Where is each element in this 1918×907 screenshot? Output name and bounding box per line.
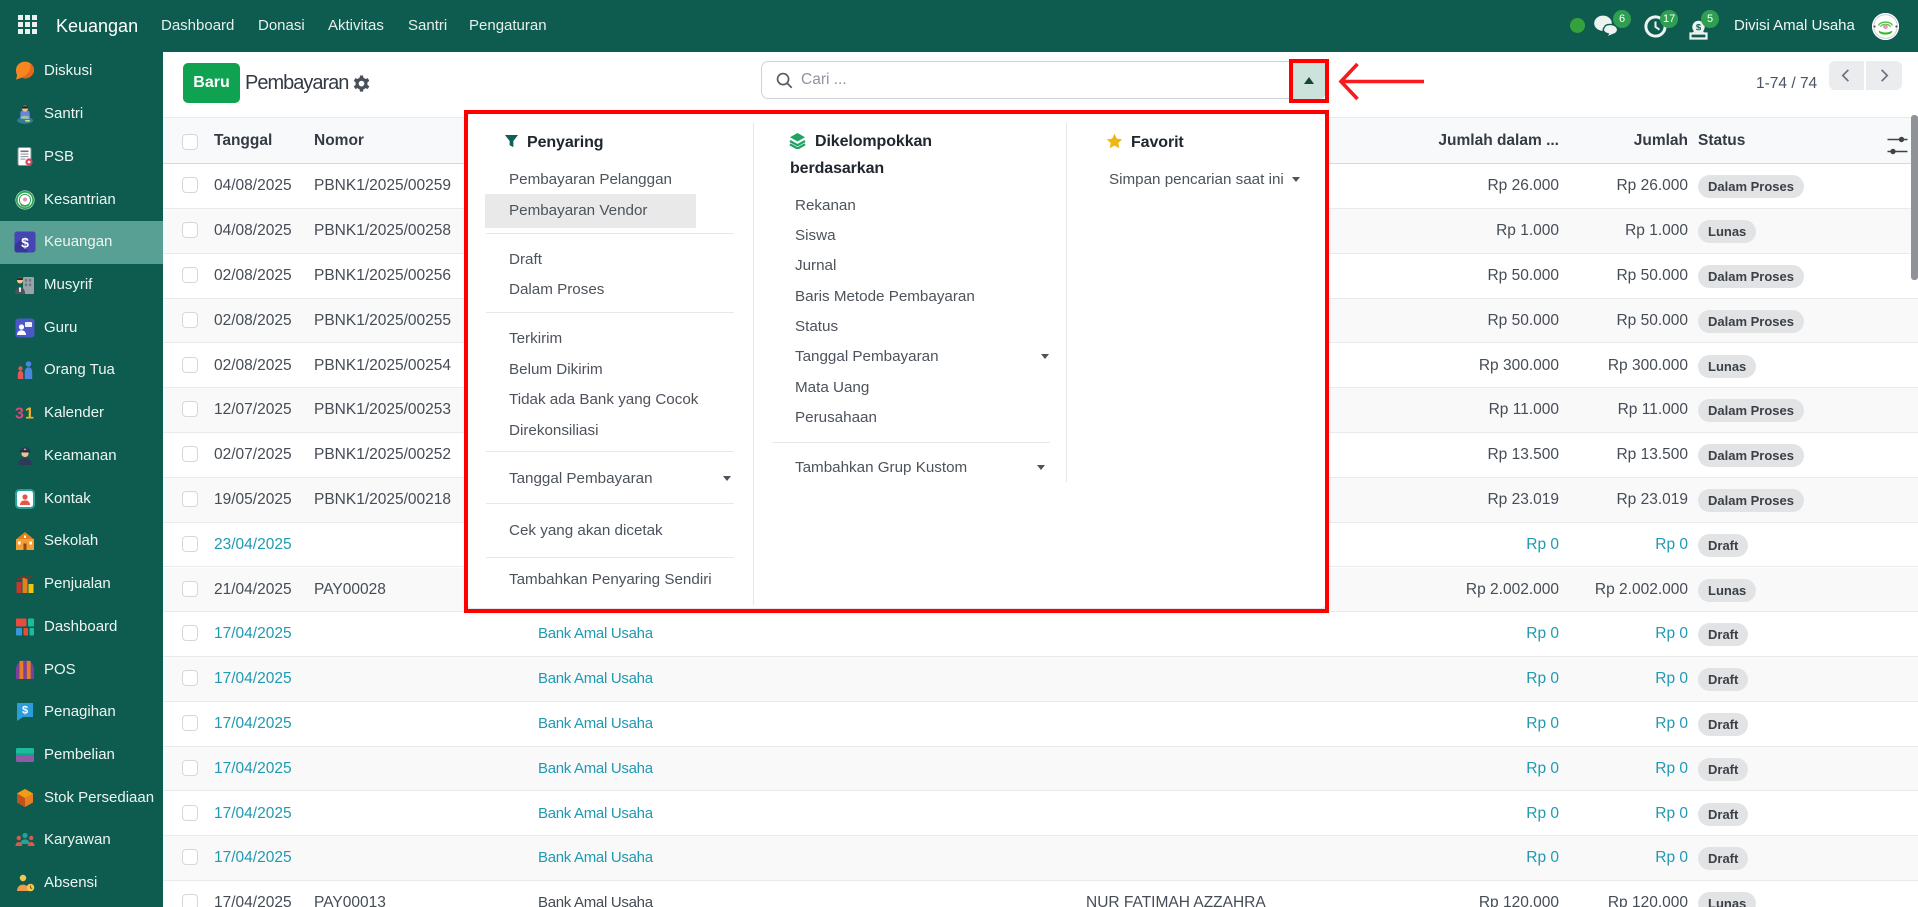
svg-text:1: 1	[25, 406, 34, 423]
svg-text:3: 3	[15, 406, 24, 423]
svg-text:$: $	[21, 235, 29, 251]
svg-text:$: $	[22, 705, 28, 717]
svg-text:$: $	[1696, 23, 1702, 34]
